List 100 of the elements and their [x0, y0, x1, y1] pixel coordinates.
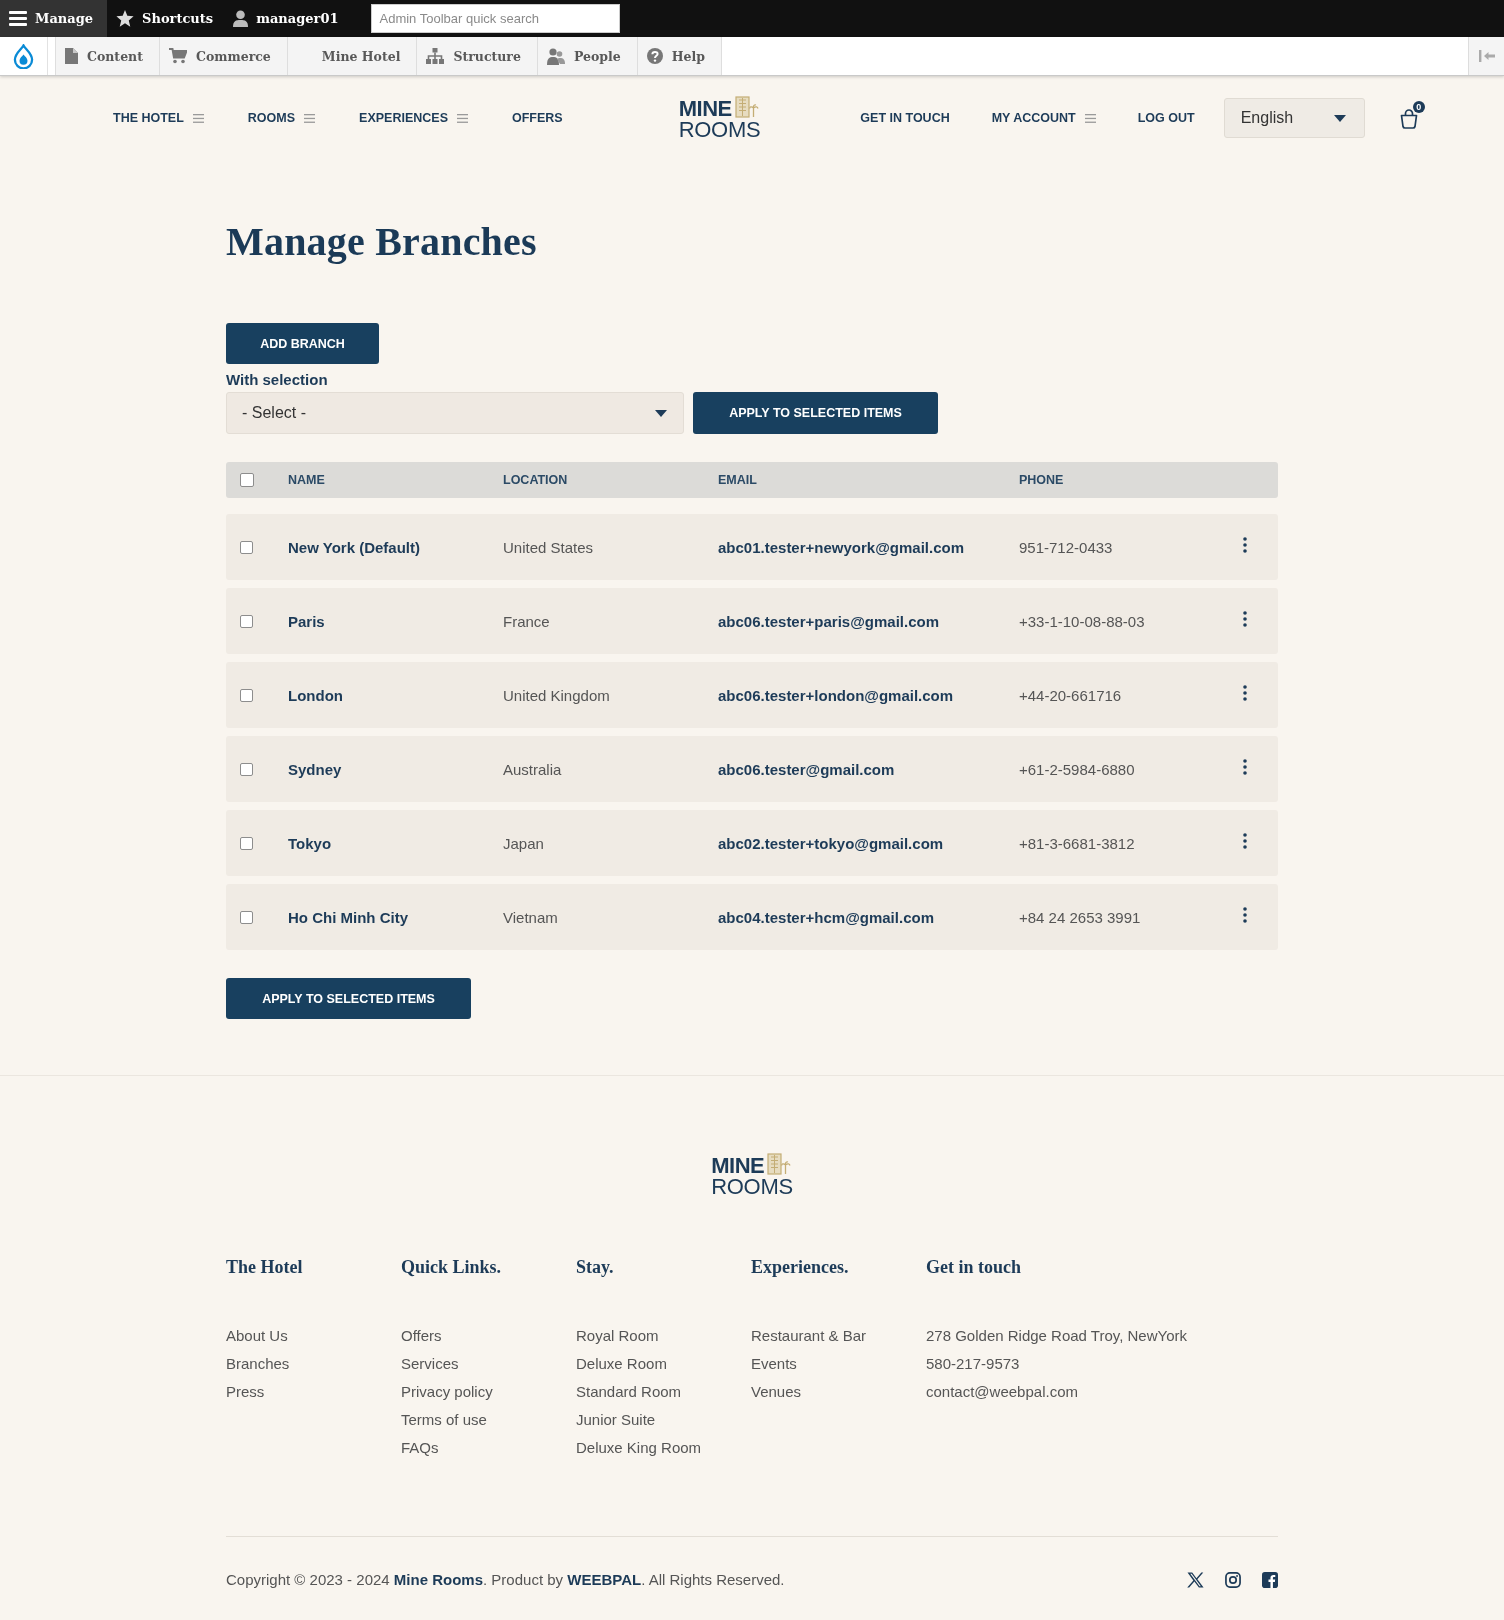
- table-cell-text: +33-1-10-08-88-03: [1019, 612, 1146, 630]
- footer-heading: Experiences.: [751, 1256, 849, 1278]
- table-cell-text: Paris: [288, 612, 326, 630]
- toolbar-tab[interactable]: manager01: [224, 0, 350, 37]
- footer-link[interactable]: 580-217-9573: [926, 1350, 1020, 1378]
- footer-link[interactable]: 278 Golden Ridge Road Troy, NewYork: [926, 1322, 1187, 1350]
- table-cell-text: France: [503, 612, 551, 630]
- nav-link[interactable]: EXPERIENCES: [359, 111, 468, 125]
- toolbar-tab[interactable]: Commerce: [159, 37, 288, 75]
- page-title: Manage Branches: [226, 218, 538, 266]
- table-cell-text: +44-20-661716: [1019, 686, 1123, 704]
- footer-link[interactable]: FAQs: [401, 1434, 439, 1462]
- nav-link[interactable]: LOG OUT: [1137, 111, 1195, 125]
- footer-link[interactable]: Restaurant & Bar: [751, 1322, 867, 1350]
- footer-heading: The Hotel: [226, 1256, 303, 1278]
- shopping-cart-icon: [168, 48, 187, 64]
- table-cell-text: +84 24 2653 3991: [1019, 908, 1142, 926]
- table-cell-text: abc06.tester+paris@gmail.com: [718, 612, 940, 630]
- table-cell-text: Australia: [503, 760, 563, 778]
- table-cell-text: abc06.tester+london@gmail.com: [718, 686, 955, 704]
- table-cell-text: United States: [503, 538, 595, 556]
- checkbox[interactable]: [240, 836, 253, 850]
- footer-link[interactable]: About Us: [226, 1322, 288, 1350]
- building-icon: [734, 96, 759, 118]
- toolbar-tab[interactable]: Shortcuts: [107, 0, 225, 37]
- column-header: LOCATION: [503, 473, 569, 487]
- search-field[interactable]: Admin Toolbar quick search: [371, 4, 621, 33]
- table-cell-text: +61-2-5984-6880: [1019, 760, 1136, 778]
- toolbar-tab[interactable]: Mine Hotel: [287, 37, 418, 75]
- menu-icon: [1084, 113, 1096, 123]
- people-icon: [546, 47, 565, 65]
- add-branch-button[interactable]: ADD BRANCH: [226, 323, 379, 364]
- action-select[interactable]: - Select -: [226, 392, 684, 434]
- toolbar-tab[interactable]: Structure: [417, 37, 538, 75]
- footer-link[interactable]: Privacy policy: [401, 1378, 493, 1406]
- menu-icon: [9, 11, 27, 26]
- star-icon: [116, 10, 135, 27]
- kebab-menu-icon[interactable]: [1243, 758, 1247, 775]
- checkbox[interactable]: [240, 540, 253, 554]
- footer-link[interactable]: Deluxe Room: [576, 1350, 667, 1378]
- table-cell-text: Vietnam: [503, 908, 559, 926]
- language-select[interactable]: English: [1223, 98, 1365, 138]
- footer-link[interactable]: Junior Suite: [576, 1406, 656, 1434]
- building-icon: [767, 1153, 791, 1175]
- checkbox[interactable]: [240, 688, 253, 702]
- caret-icon: [655, 409, 667, 417]
- footer-link[interactable]: Venues: [751, 1378, 802, 1406]
- toolbar-tab[interactable]: Manage: [0, 0, 108, 37]
- logo-text: ROOMS: [678, 119, 761, 140]
- drop-logo-icon[interactable]: [13, 43, 34, 69]
- table-cell-text: United Kingdom: [503, 686, 611, 704]
- footer-heading: Quick Links.: [401, 1256, 502, 1278]
- kebab-menu-icon[interactable]: [1243, 684, 1247, 701]
- apply-button[interactable]: APPLY TO SELECTED ITEMS: [226, 978, 471, 1019]
- checkbox[interactable]: [240, 614, 253, 628]
- nav-link[interactable]: ROOMS: [247, 111, 316, 125]
- footer-link[interactable]: Terms of use: [401, 1406, 487, 1434]
- nav-link[interactable]: GET IN TOUCH: [860, 111, 950, 125]
- logo-text: MINE: [711, 1155, 766, 1176]
- toolbar-tab[interactable]: Help: [637, 37, 722, 75]
- footer-link[interactable]: Press: [226, 1378, 265, 1406]
- checkbox[interactable]: [240, 473, 254, 487]
- table-cell-text: Sydney: [288, 760, 343, 778]
- kebab-menu-icon[interactable]: [1243, 610, 1247, 627]
- user-icon: [233, 10, 249, 27]
- x-logo-icon[interactable]: [1187, 1572, 1204, 1588]
- nav-link[interactable]: THE HOTEL: [113, 111, 204, 125]
- table-cell-text: +81-3-6681-3812: [1019, 834, 1136, 852]
- kebab-menu-icon[interactable]: [1243, 536, 1247, 553]
- footer-link[interactable]: Offers: [401, 1322, 442, 1350]
- apply-button[interactable]: APPLY TO SELECTED ITEMS: [693, 392, 938, 434]
- nav-link[interactable]: OFFERS: [512, 111, 563, 125]
- table-cell-text: abc04.tester+hcm@gmail.com: [718, 908, 935, 926]
- menu-icon: [304, 113, 316, 123]
- table-cell-text: New York (Default): [288, 538, 421, 556]
- logo-text: MINE: [678, 98, 733, 119]
- table-cell-text: abc06.tester@gmail.com: [718, 760, 896, 778]
- facebook-icon[interactable]: [1262, 1572, 1278, 1588]
- checkbox[interactable]: [240, 910, 253, 924]
- table-cell-text: abc01.tester+newyork@gmail.com: [718, 538, 965, 556]
- document-icon: [65, 48, 78, 64]
- footer-link[interactable]: Deluxe King Room: [576, 1434, 702, 1462]
- kebab-menu-icon[interactable]: [1243, 906, 1247, 923]
- toolbar-tab[interactable]: Content: [55, 37, 160, 75]
- column-header: NAME: [288, 473, 326, 487]
- footer-link[interactable]: Branches: [226, 1350, 290, 1378]
- kebab-menu-icon[interactable]: [1243, 832, 1247, 849]
- caret-icon: [1333, 114, 1346, 122]
- toolbar-tab[interactable]: People: [537, 37, 638, 75]
- footer-link[interactable]: Royal Room: [576, 1322, 659, 1350]
- column-header: PHONE: [1019, 473, 1065, 487]
- menu-icon: [457, 113, 468, 123]
- table-cell-text: 951-712-0433: [1019, 538, 1114, 556]
- footer-link[interactable]: Events: [751, 1350, 797, 1378]
- checkbox[interactable]: [240, 762, 253, 776]
- footer-link[interactable]: Standard Room: [576, 1378, 682, 1406]
- nav-link[interactable]: MY ACCOUNT: [991, 111, 1096, 125]
- footer-link[interactable]: contact@weebpal.com: [926, 1378, 1078, 1406]
- footer-link[interactable]: Services: [401, 1350, 459, 1378]
- instagram-icon[interactable]: [1225, 1572, 1241, 1588]
